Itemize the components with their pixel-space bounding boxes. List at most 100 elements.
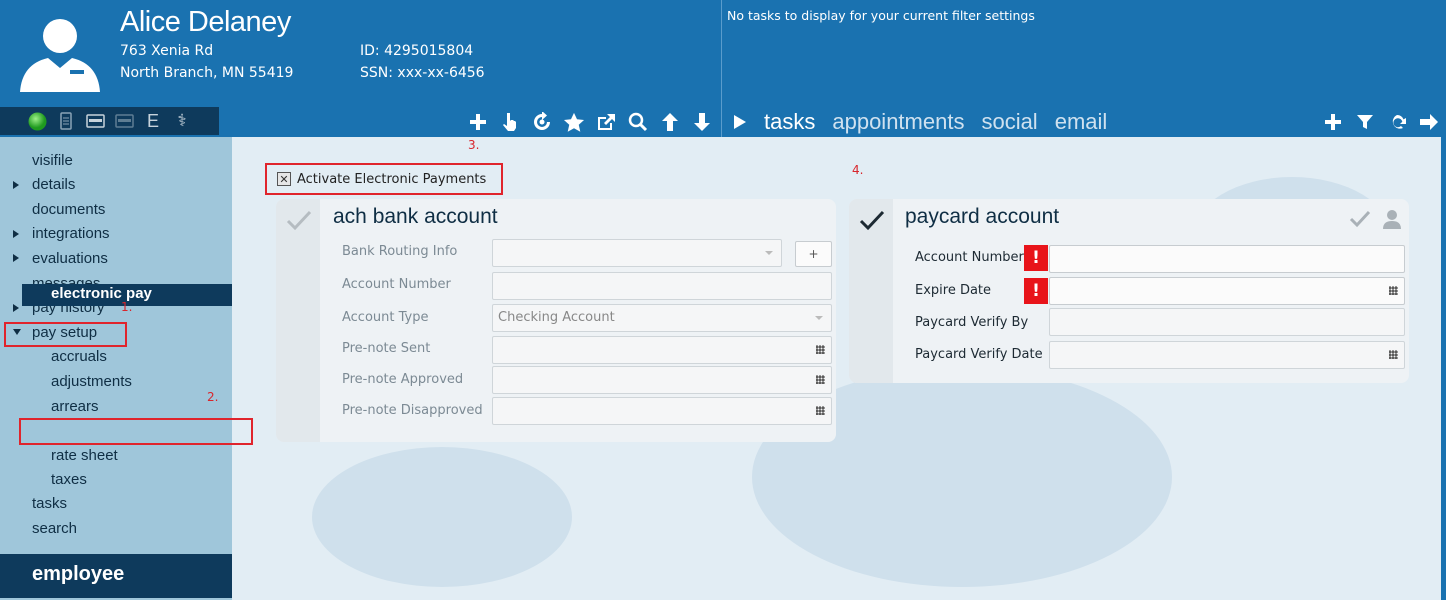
expire-date-error-icon: ! — [1024, 278, 1048, 304]
sidebar-subitem-accruals[interactable]: accruals — [51, 348, 107, 365]
paycard-account-number-input[interactable] — [1049, 245, 1405, 273]
account-type-label: Account Type — [342, 310, 429, 325]
external-link-icon[interactable] — [593, 109, 619, 135]
paycard-verify-date-input[interactable] — [1049, 341, 1405, 369]
arrow-down-icon[interactable] — [689, 109, 715, 135]
account-type-select[interactable]: Checking Account — [492, 304, 832, 332]
ach-account-number-input[interactable] — [492, 272, 832, 300]
status-icons: E ⚕ — [0, 107, 219, 135]
sidebar-subitem-electronic-pay[interactable]: electronic pay — [22, 284, 251, 306]
pointer-hand-icon[interactable] — [497, 109, 523, 135]
header: Alice Delaney 763 Xenia Rd North Branch,… — [0, 0, 1446, 137]
arrow-right-icon[interactable] — [1416, 109, 1442, 135]
user-icon[interactable] — [1382, 209, 1402, 229]
sidebar-item-tasks[interactable]: tasks — [32, 495, 67, 512]
tab-appointments[interactable]: appointments — [832, 109, 964, 135]
annotation-label-3: 3. — [468, 138, 480, 152]
calendar-icon[interactable] — [816, 375, 825, 384]
ach-account-number-label: Account Number — [342, 277, 451, 292]
sidebar-subitem-taxes[interactable]: taxes — [51, 471, 87, 488]
employee-address-line2: North Branch, MN 55419 — [120, 65, 294, 81]
plus-icon[interactable] — [1320, 109, 1346, 135]
sidebar-subitem-rate-sheet[interactable]: rate sheet — [51, 447, 118, 464]
expand-arrow-icon[interactable] — [13, 181, 19, 189]
annotation-box-pay-setup — [4, 322, 127, 347]
expand-arrow-icon[interactable] — [13, 230, 19, 238]
plus-icon[interactable] — [465, 109, 491, 135]
paycard-account-panel: paycard account Account Number ! Expire … — [849, 199, 1409, 383]
verify-check-icon[interactable] — [1349, 210, 1371, 228]
employee-module-bar[interactable]: employee — [0, 554, 251, 598]
star-icon[interactable] — [561, 109, 587, 135]
ach-panel-title: ach bank account — [333, 205, 498, 228]
employee-action-icons — [465, 107, 715, 137]
avatar-icon — [20, 19, 100, 92]
annotation-box-activate — [265, 163, 503, 195]
ach-panel-check-column — [276, 199, 320, 442]
sidebar-subitem-adjustments[interactable]: adjustments — [51, 373, 132, 390]
refresh-user-icon[interactable] — [529, 109, 555, 135]
expire-date-input[interactable] — [1049, 277, 1405, 305]
paycard-verify-by-input[interactable] — [1049, 308, 1405, 336]
employee-ssn: SSN: xxx-xx-6456 — [360, 65, 485, 81]
calendar-icon[interactable] — [1389, 350, 1398, 359]
sidebar-item-visifile[interactable]: visifile — [32, 152, 73, 169]
tasks-toolbar: tasks appointments social email — [723, 107, 1446, 137]
sidebar-item-search[interactable]: search — [32, 520, 77, 537]
add-routing-button[interactable]: + — [795, 241, 832, 267]
status-green-icon[interactable] — [27, 111, 47, 131]
calendar-icon[interactable] — [816, 345, 825, 354]
sidebar: visifile details documents integrations … — [0, 137, 232, 600]
sidebar-subitem-label: electronic pay — [51, 285, 152, 302]
right-edge-bar — [1441, 137, 1446, 600]
employee-module-label: employee — [32, 563, 125, 585]
calendar-icon[interactable] — [1389, 286, 1398, 295]
sidebar-item-integrations[interactable]: integrations — [32, 225, 110, 242]
caduceus-icon[interactable]: ⚕ — [172, 111, 192, 131]
play-icon[interactable] — [733, 114, 747, 130]
calendar-icon[interactable] — [816, 406, 825, 415]
card-icon[interactable] — [85, 111, 105, 131]
card-outline-icon[interactable] — [114, 111, 134, 131]
pre-note-sent-input[interactable] — [492, 336, 832, 364]
document-icon[interactable] — [56, 111, 76, 131]
tab-social[interactable]: social — [981, 109, 1037, 135]
tasks-empty-message: No tasks to display for your current fil… — [727, 8, 1035, 23]
account-type-value: Checking Account — [498, 310, 615, 325]
account-number-error-icon: ! — [1024, 245, 1048, 271]
e-letter-icon[interactable]: E — [143, 111, 163, 131]
refresh-icon[interactable] — [1384, 109, 1410, 135]
paycard-panel-title: paycard account — [905, 205, 1060, 228]
filter-icon[interactable] — [1352, 109, 1378, 135]
ach-bank-account-panel: ach bank account Bank Routing Info + Acc… — [276, 199, 836, 442]
arrow-up-icon[interactable] — [657, 109, 683, 135]
check-icon[interactable] — [286, 209, 312, 231]
search-icon[interactable] — [625, 109, 651, 135]
employee-toolbar: E ⚕ — [0, 107, 722, 137]
annotation-label-2: 2. — [207, 390, 219, 404]
employee-name: Alice Delaney — [120, 6, 291, 38]
expand-arrow-icon[interactable] — [13, 254, 19, 262]
paycard-panel-check-column — [849, 199, 893, 383]
chevron-down-icon — [765, 251, 773, 255]
background-splash — [312, 447, 572, 587]
pre-note-disapproved-input[interactable] — [492, 397, 832, 425]
pre-note-sent-label: Pre-note Sent — [342, 341, 431, 356]
sidebar-item-documents[interactable]: documents — [32, 201, 105, 218]
bank-routing-info-label: Bank Routing Info — [342, 244, 458, 259]
tasks-pane: No tasks to display for your current fil… — [723, 0, 1446, 107]
annotation-box-electronic-pay — [19, 418, 253, 445]
pre-note-approved-input[interactable] — [492, 366, 832, 394]
sidebar-subitem-arrears[interactable]: arrears — [51, 398, 99, 415]
paycard-account-number-label: Account Number — [915, 250, 1024, 265]
employee-address-line1: 763 Xenia Rd — [120, 43, 214, 59]
expand-arrow-icon[interactable] — [13, 304, 19, 312]
tasks-action-icons — [1320, 107, 1442, 137]
check-icon[interactable] — [859, 209, 885, 231]
chevron-down-icon — [815, 316, 823, 320]
sidebar-item-evaluations[interactable]: evaluations — [32, 250, 108, 267]
bank-routing-info-select[interactable] — [492, 239, 782, 267]
tab-email[interactable]: email — [1055, 109, 1108, 135]
sidebar-item-details[interactable]: details — [32, 176, 75, 193]
tab-tasks[interactable]: tasks — [764, 109, 815, 135]
